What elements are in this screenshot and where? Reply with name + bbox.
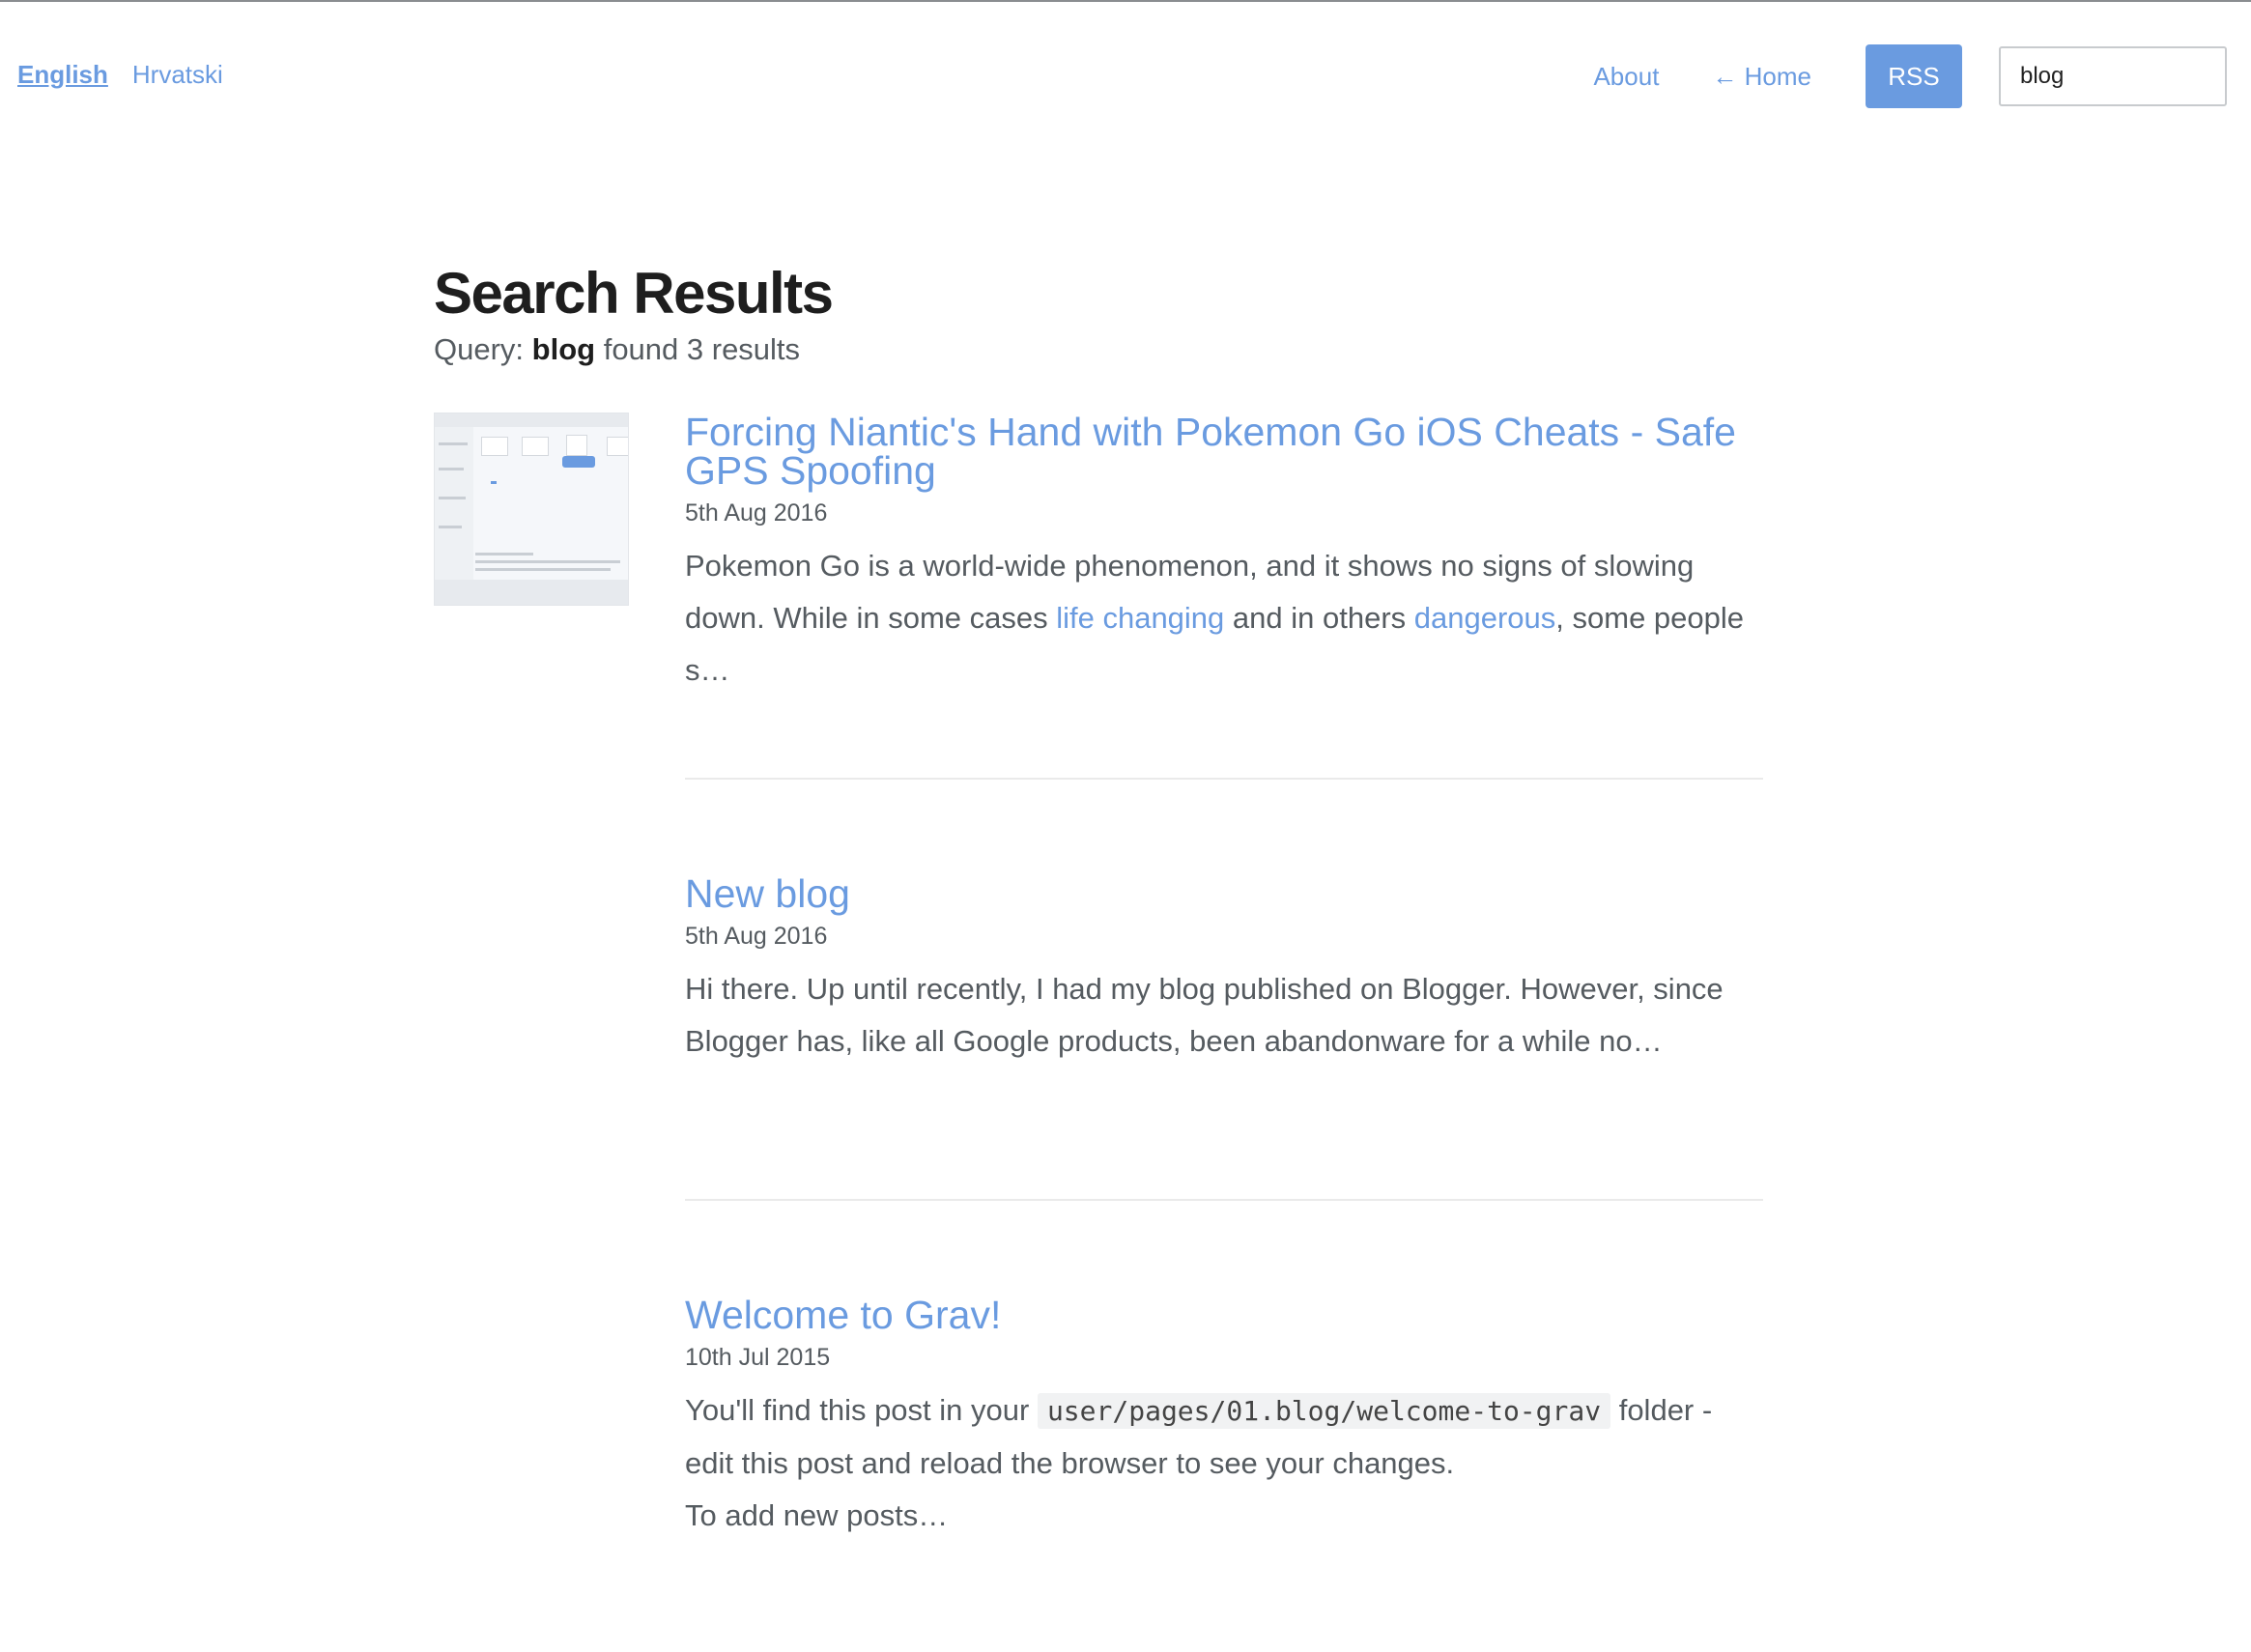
code-path: user/pages/01.blog/welcome-to-grav: [1037, 1393, 1611, 1429]
result-excerpt: Pokemon Go is a world-wide phenomenon, a…: [685, 549, 1745, 687]
page-title: Search Results: [434, 261, 834, 326]
life-changing-link[interactable]: life changing: [1056, 601, 1224, 635]
search-result: Welcome to Grav! 10th Jul 2015 You'll fi…: [685, 1296, 1763, 1542]
result-excerpt: Hi there. Up until recently, I had my bl…: [685, 972, 1724, 1058]
lang-english-link[interactable]: English: [17, 60, 108, 90]
query-prefix: Query:: [434, 332, 525, 366]
search-result: New blog 5th Aug 2016 Hi there. Up until…: [685, 874, 1763, 1068]
nav-about-link[interactable]: About: [1593, 62, 1659, 92]
query-summary: Query: blog found 3 results: [434, 329, 1767, 370]
main-nav: About ← Home RSS: [1593, 44, 2251, 108]
result-title-link[interactable]: New blog: [685, 874, 1763, 914]
language-switcher: English Hrvatski: [17, 60, 223, 90]
query-term: blog: [531, 332, 596, 366]
nav-home-link[interactable]: ← Home: [1712, 62, 1811, 92]
result-title-link[interactable]: Welcome to Grav!: [685, 1296, 1763, 1335]
result-date: 5th Aug 2016: [685, 499, 828, 527]
dangerous-link[interactable]: dangerous: [1414, 601, 1556, 635]
query-suffix: found 3 results: [603, 332, 801, 366]
site-header: English Hrvatski About ← Home RSS: [0, 2, 2251, 152]
result-thumbnail[interactable]: [434, 413, 629, 606]
lang-hrvatski-link[interactable]: Hrvatski: [132, 60, 223, 90]
result-divider: [685, 1199, 1763, 1201]
rss-button[interactable]: RSS: [1866, 44, 1962, 108]
result-title-link[interactable]: Forcing Niantic's Hand with Pokemon Go i…: [685, 413, 1763, 491]
search-input[interactable]: [1999, 46, 2227, 106]
search-result: Forcing Niantic's Hand with Pokemon Go i…: [685, 413, 1763, 697]
result-date: 5th Aug 2016: [685, 923, 828, 950]
search-results-main: Search Results Query: blog found 3 resul…: [434, 258, 1767, 1532]
result-divider: [685, 778, 1763, 780]
result-date: 10th Jul 2015: [685, 1344, 831, 1371]
result-excerpt: You'll find this post in your user/pages…: [685, 1393, 1713, 1532]
